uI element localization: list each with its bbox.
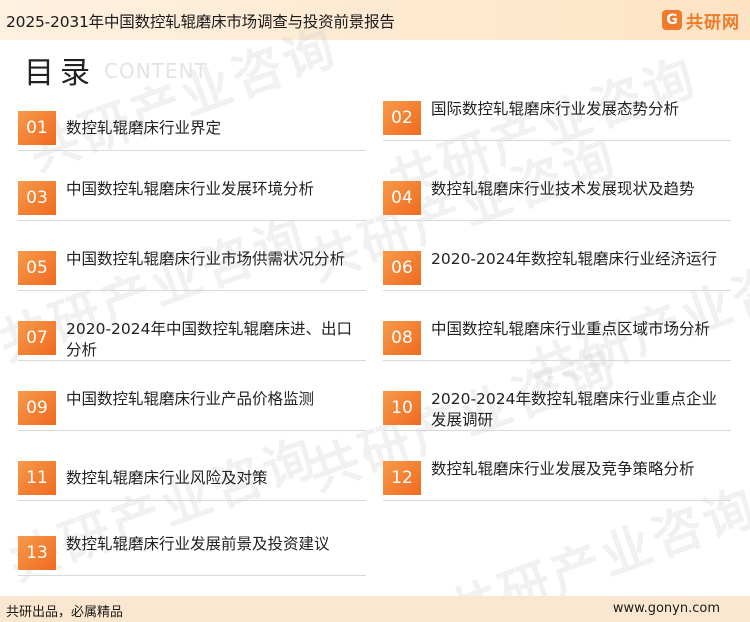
toc-item-number: 01 [18, 111, 56, 145]
toc-item-label: 数控轧辊磨床行业界定 [66, 119, 222, 137]
toc-item-label: 2020-2024年数控轧辊磨床行业经济运行 [431, 250, 717, 268]
toc-item[interactable]: 10 2020-2024年数控轧辊磨床行业重点企业发展调研 [383, 375, 731, 431]
toc-item[interactable]: 04 数控轧辊磨床行业技术发展现状及趋势 [383, 165, 731, 221]
report-header: 2025-2031年中国数控轧辊磨床市场调查与投资前景报告 G 共研网 [0, 0, 750, 40]
toc-heading-en: CONTENT [104, 59, 208, 83]
toc-item-label: 中国数控轧辊磨床行业发展环境分析 [66, 180, 315, 198]
toc-item-number: 06 [383, 251, 421, 285]
toc-item-label: 数控轧辊磨床行业技术发展现状及趋势 [431, 180, 695, 198]
toc-item[interactable]: 01 数控轧辊磨床行业界定 [18, 95, 366, 151]
toc-item-label: 数控轧辊磨床行业风险及对策 [66, 469, 268, 487]
toc-item-number: 12 [383, 461, 421, 495]
footer-slogan: 共研出品，必属精品 [6, 605, 124, 620]
brand-logo-text: 共研网 [686, 12, 740, 33]
toc-item-number: 08 [383, 321, 421, 355]
toc-item[interactable]: 12 数控轧辊磨床行业发展及竞争策略分析 [383, 445, 731, 501]
toc-item-number: 10 [383, 391, 421, 425]
toc-item-number: 03 [18, 181, 56, 215]
toc-item-number: 04 [383, 181, 421, 215]
toc-item-label: 国际数控轧辊磨床行业发展态势分析 [431, 100, 680, 118]
toc-item-label: 中国数控轧辊磨床行业市场供需状况分析 [66, 250, 346, 268]
toc-item-label: 数控轧辊磨床行业发展前景及投资建议 [66, 535, 330, 553]
brand-logo: G 共研网 [662, 8, 740, 33]
toc-item-label: 中国数控轧辊磨床行业重点区域市场分析 [431, 320, 711, 338]
toc-item-label: 数控轧辊磨床行业发展及竞争策略分析 [431, 460, 695, 478]
toc-item[interactable]: 08 中国数控轧辊磨床行业重点区域市场分析 [383, 305, 731, 361]
toc-item-number: 05 [18, 251, 56, 285]
brand-logo-icon: G [662, 10, 682, 30]
toc-item[interactable]: 11 数控轧辊磨床行业风险及对策 [18, 445, 366, 501]
toc-item[interactable]: 05 中国数控轧辊磨床行业市场供需状况分析 [18, 235, 366, 291]
toc-item[interactable]: 02 国际数控轧辊磨床行业发展态势分析 [383, 85, 731, 141]
toc-heading-cn: 目录 [24, 56, 96, 91]
toc-item-number: 09 [18, 391, 56, 425]
report-title: 2025-2031年中国数控轧辊磨床市场调查与投资前景报告 [6, 13, 395, 31]
toc-item-number: 11 [18, 461, 56, 495]
toc-item-label: 2020-2024年中国数控轧辊磨床进、出口分析 [66, 320, 352, 359]
report-footer: 共研出品，必属精品 www.gonyn.com [0, 596, 750, 622]
toc-item[interactable]: 03 中国数控轧辊磨床行业发展环境分析 [18, 165, 366, 221]
toc-item-number: 13 [18, 536, 56, 570]
toc-item-number: 02 [383, 101, 421, 135]
toc-item[interactable]: 13 数控轧辊磨床行业发展前景及投资建议 [18, 520, 366, 576]
toc-item[interactable]: 06 2020-2024年数控轧辊磨床行业经济运行 [383, 235, 731, 291]
toc-item[interactable]: 07 2020-2024年中国数控轧辊磨床进、出口分析 [18, 305, 366, 361]
toc-item[interactable]: 09 中国数控轧辊磨床行业产品价格监测 [18, 375, 366, 431]
toc-item-number: 07 [18, 321, 56, 355]
toc-item-label: 中国数控轧辊磨床行业产品价格监测 [66, 390, 315, 408]
toc-item-label: 2020-2024年数控轧辊磨床行业重点企业发展调研 [431, 390, 717, 429]
footer-website-link[interactable]: www.gonyn.com [613, 601, 720, 616]
